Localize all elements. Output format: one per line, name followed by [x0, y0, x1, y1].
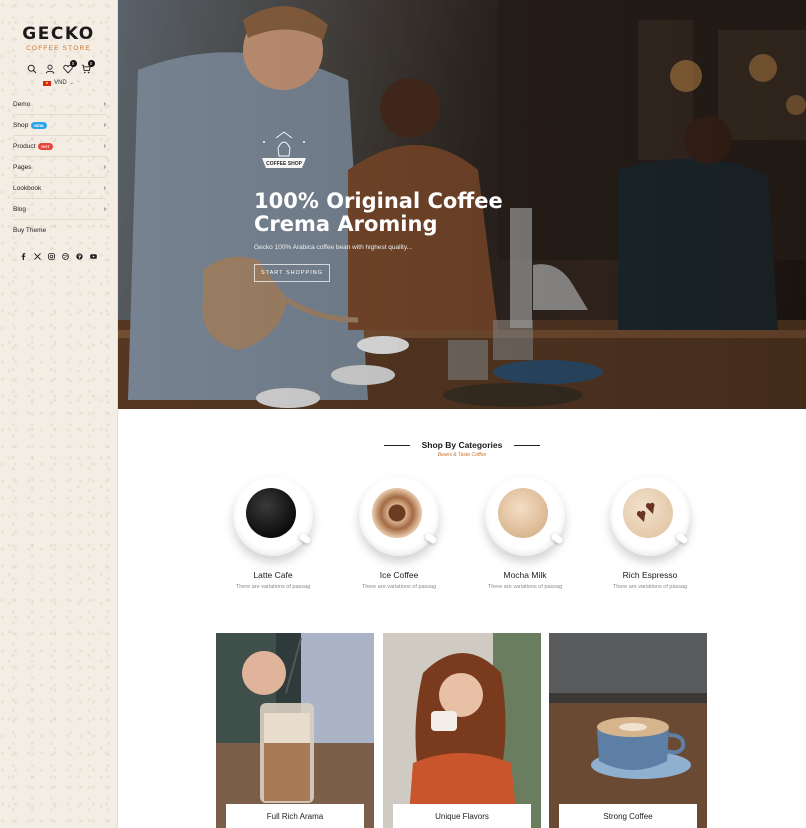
search-icon[interactable]	[27, 64, 37, 74]
header-icons: 0 0	[0, 60, 117, 74]
blue-cup-coffee-image	[549, 633, 707, 828]
category-latte-cafe[interactable]: Latte Cafe There are variations of passa…	[223, 476, 323, 590]
menu-item-label: Product	[13, 142, 36, 150]
categories-header: Shop By Categories Beans & Taste Coffee	[118, 440, 806, 458]
section-title: Shop By Categories	[421, 440, 503, 450]
category-desc: There are variations of passag	[235, 584, 311, 590]
chevron-right-icon: ›	[103, 142, 106, 150]
category-desc: There are variations of passag	[612, 584, 688, 590]
chevron-down-icon: ⌄	[69, 80, 74, 86]
new-badge: NEW	[31, 121, 47, 129]
instagram-icon[interactable]	[48, 253, 55, 260]
cart-icon[interactable]: 0	[81, 60, 95, 74]
menu-item-lookbook[interactable]: Lookbook ›	[13, 178, 106, 199]
badge-text: COFFEE SHOP	[266, 161, 303, 167]
menu-item-label: Shop	[13, 121, 29, 129]
chevron-right-icon: ›	[103, 184, 106, 192]
social-links	[0, 253, 117, 260]
coffee-shop-badge-icon: COFFEE SHOP	[262, 131, 306, 168]
divider-left	[383, 444, 410, 446]
sidebar: GECKO COFFEE STORE 0 0 VND ⌄ Demo › Shop…	[0, 0, 118, 828]
account-icon[interactable]	[45, 64, 55, 74]
chevron-right-icon: ›	[103, 100, 106, 108]
chevron-right-icon: ›	[103, 205, 106, 213]
logo-name: GECKO	[22, 24, 95, 44]
menu-item-label: Lookbook	[13, 184, 42, 192]
coffee-cup-image	[233, 476, 313, 556]
facebook-icon[interactable]	[20, 253, 27, 260]
coffee-cup-image	[359, 476, 439, 556]
cart-count: 0	[87, 60, 95, 67]
category-ice-coffee[interactable]: Ice Coffee There are variations of passa…	[349, 476, 449, 590]
chevron-right-icon: ›	[103, 163, 106, 171]
product-card-full-rich-arama[interactable]: Full Rich Arama	[216, 633, 374, 828]
category-name: Ice Coffee	[379, 570, 419, 580]
category-name: Mocha Milk	[503, 570, 547, 580]
product-card-unique-flavors[interactable]: Unique Flavors	[383, 633, 541, 828]
category-rich-espresso[interactable]: Rich Espresso There are variations of pa…	[600, 476, 700, 590]
dribbble-icon[interactable]	[62, 253, 69, 260]
chevron-right-icon: ›	[103, 121, 106, 129]
product-label: Strong Coffee	[559, 804, 697, 828]
category-name: Rich Espresso	[622, 570, 678, 580]
vietnam-flag-icon	[43, 80, 52, 86]
hero-banner: COFFEE SHOP 100% Original Coffee Crema A…	[118, 0, 806, 409]
category-desc: There are variations of passag	[361, 584, 437, 590]
logo-tagline: COFFEE STORE	[26, 45, 91, 52]
menu-item-blog[interactable]: Blog ›	[13, 199, 106, 220]
youtube-icon[interactable]	[90, 253, 97, 260]
currency-selector[interactable]: VND ⌄	[0, 80, 117, 86]
x-icon[interactable]	[34, 253, 41, 260]
hero-subtitle: Gecko 100% Arabica coffee bean with high…	[254, 244, 413, 251]
iced-coffee-image	[216, 633, 374, 828]
hero-title: 100% Original Coffee Crema Aroming	[254, 190, 534, 236]
currency-label: VND	[54, 80, 67, 86]
category-mocha-milk[interactable]: Mocha Milk There are variations of passa…	[475, 476, 575, 590]
product-label: Unique Flavors	[393, 804, 531, 828]
product-card-strong-coffee[interactable]: Strong Coffee	[549, 633, 707, 828]
coffee-cup-image	[610, 476, 690, 556]
menu-item-pages[interactable]: Pages ›	[13, 157, 106, 178]
woman-drinking-coffee-image	[383, 633, 541, 828]
pinterest-icon[interactable]	[76, 253, 83, 260]
menu-item-product[interactable]: Product HOT ›	[13, 136, 106, 157]
menu-item-label: Pages	[13, 163, 32, 171]
menu-item-label: Buy Theme	[13, 227, 47, 234]
heart-latte-art-icon	[636, 502, 655, 522]
page: GECKO COFFEE STORE 0 0 VND ⌄ Demo › Shop…	[0, 0, 806, 828]
coffee-cup-image	[485, 476, 565, 556]
hero-title-line1: 100% Original Coffee	[254, 189, 503, 213]
menu-item-label: Blog	[13, 205, 27, 213]
menu-item-label: Demo	[13, 100, 31, 108]
start-shopping-button[interactable]: START SHOPPING	[254, 264, 330, 282]
wishlist-icon[interactable]: 0	[62, 60, 77, 74]
category-name: Latte Cafe	[253, 570, 293, 580]
divider-right	[514, 444, 541, 446]
menu-item-buy-theme[interactable]: Buy Theme	[13, 220, 106, 241]
hero-title-line2: Crema Aroming	[254, 212, 438, 236]
product-label: Full Rich Arama	[226, 804, 364, 828]
wishlist-count: 0	[69, 60, 77, 67]
category-desc: There are variations of passag	[487, 584, 563, 590]
menu-item-demo[interactable]: Demo ›	[13, 94, 106, 115]
main-menu: Demo › Shop NEW › Product HOT › Pages ›	[0, 94, 117, 241]
hot-badge: HOT	[38, 142, 53, 150]
section-subtitle: Beans & Taste Coffee	[437, 452, 487, 458]
menu-item-shop[interactable]: Shop NEW ›	[13, 115, 106, 136]
logo[interactable]: GECKO COFFEE STORE	[0, 0, 117, 52]
